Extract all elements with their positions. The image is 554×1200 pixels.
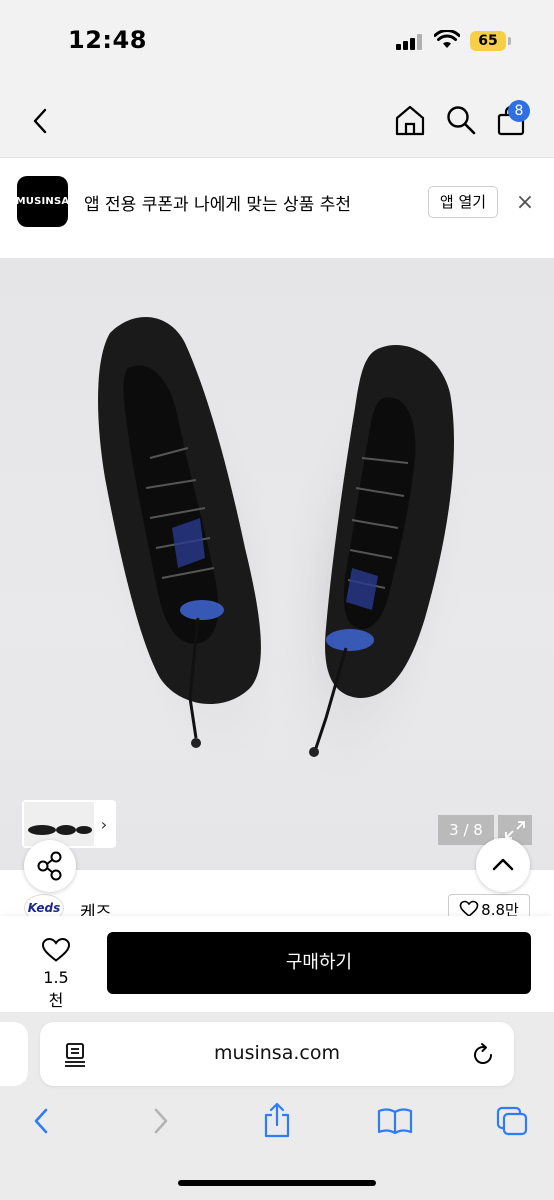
heart-icon xyxy=(41,937,71,962)
buy-button[interactable]: 구매하기 xyxy=(107,932,531,994)
reload-icon xyxy=(474,1043,493,1064)
product-image[interactable] xyxy=(0,258,554,870)
right-shoe xyxy=(268,345,472,806)
browser-back-button[interactable] xyxy=(26,1104,56,1138)
previous-tab-edge[interactable] xyxy=(0,1022,28,1086)
chevron-right-icon xyxy=(154,1108,168,1134)
chevron-up-icon xyxy=(492,858,514,871)
chevron-left-icon xyxy=(34,1108,48,1134)
share-up-icon xyxy=(264,1102,290,1138)
open-app-button[interactable]: 앱 열기 xyxy=(428,186,498,218)
shoes-photo xyxy=(89,316,472,806)
battery-icon: 65 xyxy=(470,31,506,51)
banner-message: 앱 전용 쿠폰과 나에게 맞는 상품 추천 xyxy=(84,195,352,215)
browser-forward-button[interactable] xyxy=(146,1104,176,1138)
book-icon xyxy=(377,1108,413,1135)
scroll-to-top-button[interactable] xyxy=(476,838,530,892)
close-banner-button[interactable]: × xyxy=(512,190,538,216)
musinsa-logo: MUSINSA xyxy=(16,176,69,227)
home-icon xyxy=(395,105,425,136)
tabs-button[interactable] xyxy=(494,1104,530,1138)
tabs-icon xyxy=(496,1106,528,1136)
browser-share-button[interactable] xyxy=(258,1100,296,1140)
wifi-icon xyxy=(434,30,460,48)
reload-button[interactable] xyxy=(468,1040,498,1070)
back-button[interactable] xyxy=(24,104,56,138)
thumbnail-chevron-icon: › xyxy=(100,814,108,834)
home-button[interactable] xyxy=(392,102,428,138)
wishlist-button[interactable] xyxy=(38,934,74,966)
url-text[interactable]: musinsa.com xyxy=(40,1042,514,1064)
cellular-signal-icon xyxy=(396,34,422,50)
status-time: 12:48 xyxy=(68,26,147,54)
search-button[interactable] xyxy=(444,102,478,138)
chevron-left-icon xyxy=(33,108,47,134)
bookmarks-button[interactable] xyxy=(374,1104,416,1138)
home-indicator xyxy=(178,1180,376,1186)
cart-count-badge: 8 xyxy=(508,100,530,122)
battery-tip xyxy=(508,37,511,45)
search-icon xyxy=(447,106,476,135)
wishlist-count: 1.5천 xyxy=(43,968,69,1010)
share-icon xyxy=(37,851,62,881)
share-button[interactable] xyxy=(24,840,76,892)
